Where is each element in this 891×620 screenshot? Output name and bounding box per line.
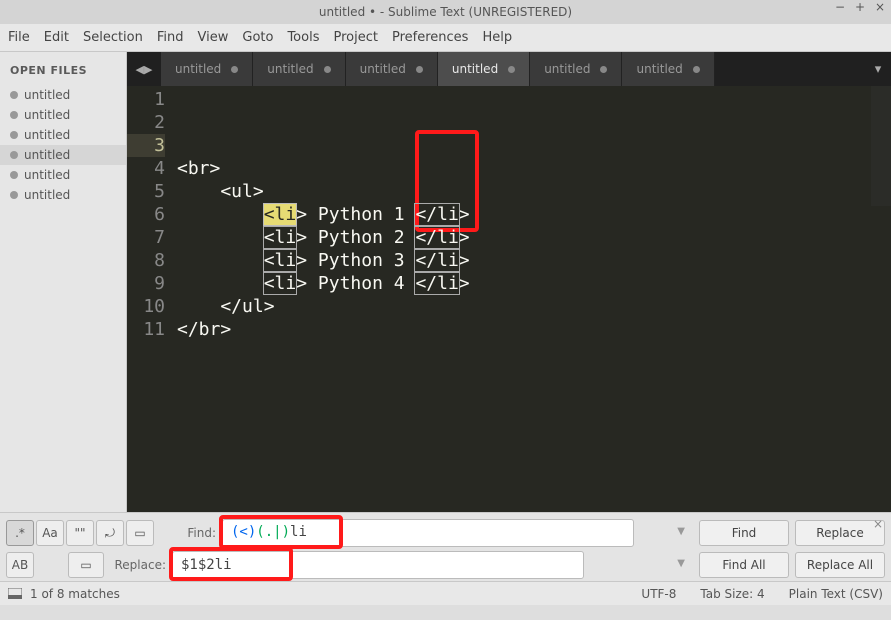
open-file-item[interactable]: untitled (0, 185, 126, 205)
titlebar: untitled • - Sublime Text (UNREGISTERED)… (0, 0, 891, 24)
close-panel-button[interactable]: × (873, 517, 887, 531)
unsaved-dot-icon (10, 171, 18, 179)
open-file-item[interactable]: untitled (0, 105, 126, 125)
tab-overflow-icon[interactable]: ▾ (865, 52, 891, 86)
code-line[interactable] (177, 341, 891, 364)
code-line[interactable]: </br> (177, 318, 891, 341)
tab-label: untitled (636, 62, 682, 76)
code-line[interactable]: <ul> (177, 180, 891, 203)
regex-toggle[interactable]: .* (6, 520, 34, 546)
status-matches: 1 of 8 matches (30, 587, 120, 601)
maximize-button[interactable]: + (853, 0, 867, 14)
case-toggle[interactable]: Aa (36, 520, 64, 546)
whole-word-toggle[interactable]: "" (66, 520, 94, 546)
replace-history-icon[interactable]: ▼ (677, 558, 685, 569)
tab[interactable]: untitled (346, 52, 438, 86)
wrap-toggle[interactable]: ⤾ (96, 520, 124, 546)
sidebar: OPEN FILES untitled untitled untitled untit… (0, 52, 127, 512)
open-file-label: untitled (24, 108, 70, 122)
minimap[interactable] (871, 86, 891, 206)
replace-label: Replace: (110, 558, 166, 572)
unsaved-dot-icon (10, 151, 18, 159)
open-file-label: untitled (24, 188, 70, 202)
find-history-icon[interactable]: ▼ (677, 526, 685, 537)
close-button[interactable]: × (873, 0, 887, 14)
find-input[interactable] (222, 519, 634, 547)
tab-label: untitled (267, 62, 313, 76)
open-file-label: untitled (24, 168, 70, 182)
open-file-item[interactable]: untitled (0, 165, 126, 185)
open-file-item[interactable]: untitled (0, 145, 126, 165)
code-line[interactable]: <li> Python 3 </li> (177, 249, 891, 272)
editor: ◀▶ untitled untitled untitled untitled untit… (127, 52, 891, 512)
status-tabsize[interactable]: Tab Size: 4 (700, 587, 764, 601)
code-line[interactable]: <br> (177, 157, 891, 180)
code-area[interactable]: 1234567891011 <br> <ul> <li> Python 1 </… (127, 86, 891, 512)
open-file-label: untitled (24, 128, 70, 142)
code-line[interactable] (177, 364, 891, 387)
tab-label: untitled (544, 62, 590, 76)
tab-label: untitled (360, 62, 406, 76)
menu-view[interactable]: View (198, 30, 229, 45)
tabbar: ◀▶ untitled untitled untitled untitled untit… (127, 52, 891, 86)
unsaved-dot-icon (10, 191, 18, 199)
replace-button[interactable]: Replace (795, 520, 885, 546)
window-title: untitled • - Sublime Text (UNREGISTERED) (319, 5, 572, 19)
menu-project[interactable]: Project (333, 30, 377, 45)
tab[interactable]: untitled (530, 52, 622, 86)
find-label: Find: (160, 526, 216, 540)
find-button[interactable]: Find (699, 520, 789, 546)
code-line[interactable]: <li> Python 2 </li> (177, 226, 891, 249)
tab-history-nav[interactable]: ◀▶ (127, 52, 161, 86)
status-bar: 1 of 8 matches UTF-8 Tab Size: 4 Plain T… (0, 581, 891, 605)
menu-preferences[interactable]: Preferences (392, 30, 468, 45)
tab[interactable]: untitled (622, 52, 714, 86)
menu-tools[interactable]: Tools (287, 30, 319, 45)
open-file-label: untitled (24, 148, 70, 162)
gutter: 1234567891011 (127, 88, 177, 512)
preserve-case-toggle[interactable]: AB (6, 552, 34, 578)
unsaved-dot-icon (324, 66, 331, 73)
minimize-button[interactable]: − (833, 0, 847, 14)
unsaved-dot-icon (508, 66, 515, 73)
unsaved-dot-icon (231, 66, 238, 73)
menubar: File Edit Selection Find View Goto Tools… (0, 24, 891, 52)
code-line[interactable]: </ul> (177, 295, 891, 318)
find-all-button[interactable]: Find All (699, 552, 789, 578)
menu-selection[interactable]: Selection (83, 30, 143, 45)
menu-goto[interactable]: Goto (242, 30, 273, 45)
code-line[interactable]: <li> Python 4 </li> (177, 272, 891, 295)
tab[interactable]: untitled (438, 52, 530, 86)
menu-help[interactable]: Help (482, 30, 512, 45)
tab[interactable]: untitled (161, 52, 253, 86)
code-line[interactable] (177, 387, 891, 410)
replace-all-button[interactable]: Replace All (795, 552, 885, 578)
tab-label: untitled (452, 62, 498, 76)
unsaved-dot-icon (600, 66, 607, 73)
unsaved-dot-icon (693, 66, 700, 73)
unsaved-dot-icon (10, 131, 18, 139)
in-selection-toggle[interactable]: ▭ (126, 520, 154, 546)
open-file-label: untitled (24, 88, 70, 102)
unsaved-dot-icon (10, 111, 18, 119)
code-lines[interactable]: <br> <ul> <li> Python 1 </li> <li> Pytho… (177, 88, 891, 512)
status-syntax[interactable]: Plain Text (CSV) (789, 587, 883, 601)
menu-edit[interactable]: Edit (44, 30, 69, 45)
tab[interactable]: untitled (253, 52, 345, 86)
panel-switcher-icon[interactable] (8, 588, 22, 599)
open-file-item[interactable]: untitled (0, 85, 126, 105)
code-line[interactable]: <li> Python 1 </li> (177, 203, 891, 226)
open-file-item[interactable]: untitled (0, 125, 126, 145)
tab-label: untitled (175, 62, 221, 76)
sidebar-title: OPEN FILES (0, 58, 126, 85)
unsaved-dot-icon (10, 91, 18, 99)
menu-find[interactable]: Find (157, 30, 184, 45)
menu-file[interactable]: File (8, 30, 30, 45)
replace-input[interactable] (172, 551, 584, 579)
find-replace-panel: × .* Aa "" ⤾ ▭ Find: (<)(.|)li ▼ Find Re… (0, 512, 891, 581)
highlight-matches-toggle[interactable]: ▭ (68, 552, 104, 578)
status-encoding[interactable]: UTF-8 (641, 587, 676, 601)
unsaved-dot-icon (416, 66, 423, 73)
